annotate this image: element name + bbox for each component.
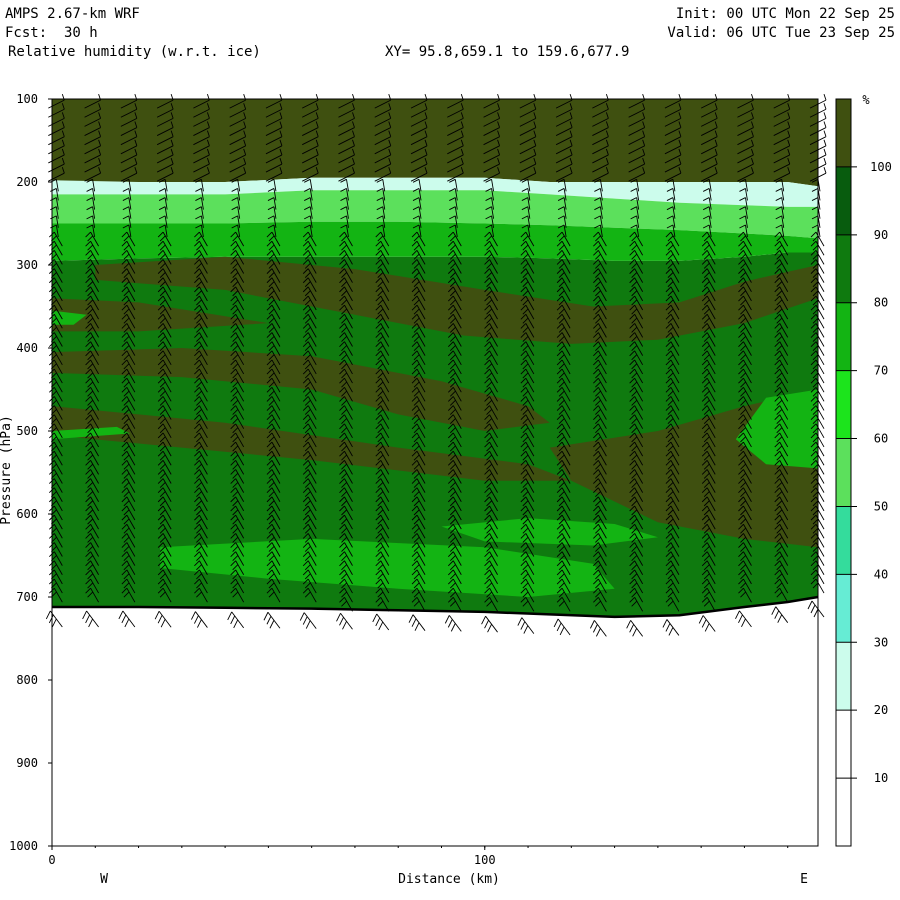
colorbar-segment <box>836 302 851 371</box>
y-axis-label: Pressure (hPa) <box>0 415 14 525</box>
plot-area <box>45 94 827 847</box>
x-tick-label: 100 <box>474 853 496 867</box>
y-tick-label: 400 <box>16 341 38 355</box>
model-title: AMPS 2.67-km WRF <box>5 6 140 22</box>
colorbar-segment <box>836 710 851 779</box>
x-tick-label: 0 <box>48 853 55 867</box>
y-tick-label: 600 <box>16 507 38 521</box>
y-tick-label: 900 <box>16 756 38 770</box>
forecast-label: Fcst: <box>5 25 47 41</box>
colorbar-tick-label: 40 <box>874 567 888 581</box>
colorbar-tick-label: 60 <box>874 432 888 446</box>
y-tick-label: 300 <box>16 258 38 272</box>
colorbar-segment <box>836 642 851 711</box>
y-axis: 100 200 300 400 500 600 700 800 900 1000 <box>9 92 52 853</box>
colorbar-tick-label: 100 <box>870 160 892 174</box>
y-tick-label: 500 <box>16 424 38 438</box>
humidity-fill <box>52 99 819 846</box>
colorbar-segment <box>836 438 851 507</box>
x-axis-label: Distance (km) <box>398 872 500 887</box>
y-tick-label: 700 <box>16 590 38 604</box>
y-tick-label: 800 <box>16 673 38 687</box>
init-time: Init: 00 UTC Mon 22 Sep 25 <box>676 6 895 22</box>
field-title: Relative humidity (w.r.t. ice) <box>8 44 261 60</box>
colorbar-segment <box>836 506 851 575</box>
colorbar-tick-label: 20 <box>874 703 888 717</box>
x-axis: 0 100 <box>48 846 789 867</box>
colorbar-segment <box>836 99 851 167</box>
colorbar-unit: % <box>862 93 870 107</box>
colorbar-segment <box>836 778 851 846</box>
colorbar-segment <box>836 370 851 439</box>
cross-section-figure: AMPS 2.67-km WRF Fcst: 30 h Relative hum… <box>0 6 895 887</box>
y-tick-label: 100 <box>16 92 38 106</box>
x-end-label-west: W <box>100 872 108 887</box>
colorbar: 10 20 30 40 50 60 70 80 90 100 <box>835 98 892 847</box>
colorbar-tick-label: 70 <box>874 364 888 378</box>
x-end-label-east: E <box>800 872 808 887</box>
colorbar-segment <box>836 234 851 303</box>
xy-range: XY= 95.8,659.1 to 159.6,677.9 <box>385 44 629 60</box>
colorbar-segment <box>836 166 851 235</box>
colorbar-tick-label: 80 <box>874 296 888 310</box>
colorbar-tick-label: 50 <box>874 499 888 513</box>
colorbar-tick-label: 30 <box>874 635 888 649</box>
y-tick-label: 200 <box>16 175 38 189</box>
below-terrain-mask <box>52 597 818 846</box>
colorbar-segment <box>836 574 851 643</box>
valid-time: Valid: 06 UTC Tue 23 Sep 25 <box>667 25 895 41</box>
colorbar-tick-label: 90 <box>874 228 888 242</box>
y-tick-label: 1000 <box>9 839 38 853</box>
colorbar-tick-label: 10 <box>874 771 888 785</box>
forecast-hour: 30 h <box>64 25 98 41</box>
